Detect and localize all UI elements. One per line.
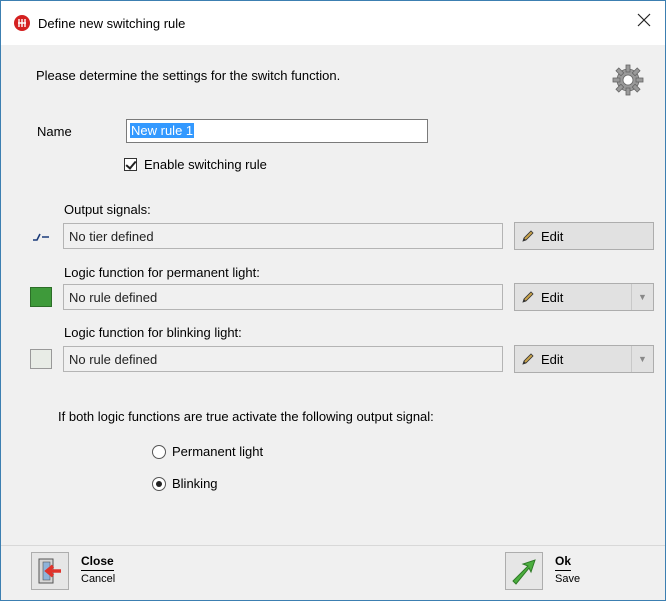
output-edit-button[interactable]: Edit (514, 222, 654, 250)
radio-blinking-label: Blinking (172, 476, 218, 491)
enable-switching-checkbox[interactable]: Enable switching rule (124, 157, 267, 172)
radio-permanent-light[interactable]: Permanent light (152, 444, 263, 459)
ok-arrow-icon (512, 559, 536, 585)
enable-checkbox-label: Enable switching rule (144, 157, 267, 172)
ok-button[interactable] (505, 552, 543, 590)
pencil-icon (515, 352, 541, 366)
pencil-icon (515, 290, 541, 304)
permanent-logic-field: No rule defined (63, 284, 503, 310)
dropdown-arrow-icon[interactable]: ▼ (631, 284, 653, 310)
dialog-window: Define new switching rule Please determi… (0, 0, 666, 601)
both-true-label: If both logic functions are true activat… (58, 409, 434, 424)
window-title: Define new switching rule (38, 16, 186, 31)
permanent-logic-label: Logic function for permanent light: (64, 265, 260, 280)
ok-main-label: Ok (555, 555, 572, 571)
enable-checkbox-box[interactable] (124, 158, 137, 171)
permanent-color-swatch (30, 287, 52, 307)
radio-permanent-circle[interactable] (152, 444, 166, 459)
close-icon[interactable] (633, 9, 655, 31)
blinking-edit-label: Edit (541, 351, 564, 367)
gear-icon (611, 63, 645, 97)
pencil-icon (515, 229, 541, 243)
dialog-content: Please determine the settings for the sw… (11, 45, 655, 545)
intro-text: Please determine the settings for the sw… (36, 68, 341, 83)
name-label: Name (37, 124, 72, 139)
dialog-footer: Close Cancel Ok Save (1, 545, 665, 600)
output-edit-label: Edit (541, 228, 564, 244)
blinking-logic-field: No rule defined (63, 346, 503, 372)
app-logo-icon (14, 15, 30, 31)
permanent-edit-label: Edit (541, 289, 564, 305)
radio-blinking-circle[interactable] (152, 476, 166, 491)
close-main-label: Close (81, 555, 114, 571)
blinking-logic-label: Logic function for blinking light: (64, 325, 242, 340)
name-input[interactable]: New rule 1 (126, 119, 428, 143)
output-signals-label: Output signals: (64, 202, 151, 217)
name-input-value: New rule 1 (130, 123, 195, 138)
title-bar: Define new switching rule (1, 1, 665, 45)
signal-icon (30, 226, 52, 246)
radio-blinking[interactable]: Blinking (152, 476, 218, 491)
close-sub-label: Cancel (81, 573, 116, 585)
permanent-edit-button[interactable]: Edit ▼ (514, 283, 654, 311)
ok-sub-label: Save (555, 573, 581, 585)
output-signals-field: No tier defined (63, 223, 503, 249)
close-door-icon (38, 558, 61, 584)
close-label: Close Cancel (81, 555, 115, 585)
dropdown-arrow-icon[interactable]: ▼ (631, 346, 653, 372)
blinking-color-swatch (30, 349, 52, 369)
ok-label: Ok Save (555, 555, 580, 585)
close-button[interactable] (31, 552, 69, 590)
radio-permanent-label: Permanent light (172, 444, 264, 459)
blinking-edit-button[interactable]: Edit ▼ (514, 345, 654, 373)
